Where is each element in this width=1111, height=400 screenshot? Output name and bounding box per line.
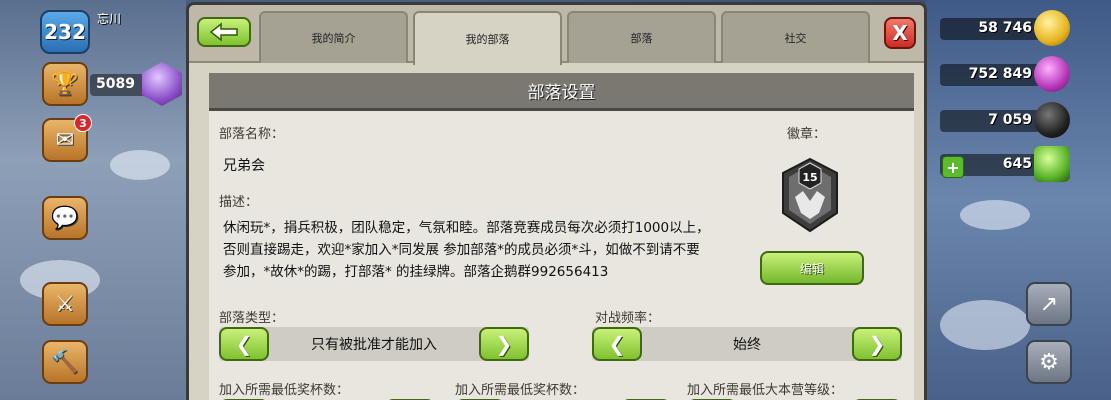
tab-label: 我的部落 bbox=[465, 33, 510, 46]
tab-bar: 我的简介 我的部落 部落 社交 X bbox=[189, 5, 924, 65]
clan-badge-icon[interactable]: 15 bbox=[781, 157, 839, 233]
description-line: 参加，*故休*的踢，打部落* 的挂绿牌。部落企鹅群992656413 bbox=[223, 264, 609, 280]
tab-label: 我的简介 bbox=[311, 32, 356, 45]
tab-label: 部落 bbox=[630, 32, 653, 45]
clan-type-prev-button[interactable]: ❮ bbox=[219, 327, 269, 361]
war-frequency-selector: ❮ 始终 ❯ bbox=[592, 327, 902, 361]
clan-settings-content: 部落设置 部落名称： 兄弟会 徽章： 15 编辑 描述： 休闲玩*，捐兵积极，团… bbox=[209, 73, 914, 400]
buy-gems-button[interactable]: + bbox=[942, 156, 964, 178]
min-builder-trophies-label: 加入所需最低奖杯数： bbox=[455, 383, 586, 398]
elixir-icon bbox=[1034, 56, 1070, 92]
min-trophies-label: 加入所需最低奖杯数： bbox=[219, 383, 350, 398]
settings-gear-icon[interactable]: ⚙ bbox=[1026, 340, 1072, 384]
clan-type-selector: ❮ 只有被批准才能加入 ❯ bbox=[219, 327, 529, 361]
war-frequency-value: 始终 bbox=[733, 337, 761, 353]
player-name: 忘川 bbox=[97, 12, 122, 26]
tab-social[interactable]: 社交 bbox=[721, 11, 870, 63]
description-line: 休闲玩*，捐兵积极，团队稳定，气氛和睦。部落竞赛成员每次必须打1000以上， bbox=[223, 220, 710, 236]
builder-icon[interactable]: 🔨 bbox=[42, 340, 88, 384]
gem-icon bbox=[1034, 146, 1070, 182]
badge-label: 徽章： bbox=[787, 127, 827, 142]
badge-level: 15 bbox=[802, 171, 817, 184]
dark-elixir-amount: 7 059 bbox=[940, 110, 1040, 132]
war-frequency-label: 对战频率： bbox=[595, 311, 661, 326]
layout-edit-icon[interactable]: ↗ bbox=[1026, 282, 1072, 326]
tab-my-clan[interactable]: 我的部落 bbox=[413, 11, 562, 65]
snow-patch bbox=[960, 200, 1030, 230]
clan-name-label: 部落名称： bbox=[219, 127, 285, 142]
clan-type-next-button[interactable]: ❯ bbox=[479, 327, 529, 361]
snow-patch bbox=[110, 150, 170, 180]
back-arrow-icon bbox=[209, 22, 238, 42]
clan-type-label: 部落类型： bbox=[219, 311, 285, 326]
tab-my-profile[interactable]: 我的简介 bbox=[259, 11, 408, 63]
dark-elixir-icon bbox=[1034, 102, 1070, 138]
war-frequency-prev-button[interactable]: ❮ bbox=[592, 327, 642, 361]
close-button[interactable]: X bbox=[884, 17, 916, 49]
clan-description[interactable]: 休闲玩*，捐兵积极，团队稳定，气氛和睦。部落竞赛成员每次必须打1000以上， 否… bbox=[223, 217, 743, 283]
gold-amount: 58 746 bbox=[940, 18, 1040, 40]
clan-name-field[interactable]: 兄弟会 bbox=[223, 155, 265, 175]
tab-label: 社交 bbox=[784, 32, 807, 45]
game-background-left bbox=[0, 0, 186, 400]
description-line: 否则直接踢走，欢迎*家加入*同发展 参加部落*的成员必须*斗，如做不到请不要 bbox=[223, 242, 700, 258]
clan-type-value: 只有被批准才能加入 bbox=[311, 337, 437, 353]
war-frequency-next-button[interactable]: ❯ bbox=[852, 327, 902, 361]
description-label: 描述： bbox=[219, 195, 259, 210]
snow-patch bbox=[940, 300, 1030, 350]
chat-icon[interactable]: 💬 bbox=[42, 196, 88, 240]
trophy-icon[interactable]: 🏆 bbox=[42, 62, 88, 106]
gold-icon bbox=[1034, 10, 1070, 46]
tab-clans[interactable]: 部落 bbox=[567, 11, 716, 63]
elixir-amount: 752 849 bbox=[940, 64, 1040, 86]
edit-badge-button[interactable]: 编辑 bbox=[760, 251, 864, 285]
experience-level-badge[interactable]: 232 bbox=[40, 10, 90, 54]
min-town-hall-label: 加入所需最低大本营等级： bbox=[687, 383, 844, 398]
clan-settings-panel: 我的简介 我的部落 部落 社交 X 部落设置 部落名称： 兄弟会 徽章： 15 … bbox=[186, 2, 927, 400]
back-button[interactable] bbox=[197, 17, 251, 47]
page-title: 部落设置 bbox=[209, 73, 914, 111]
clan-war-icon[interactable]: ⚔ bbox=[42, 282, 88, 326]
mail-count-badge: 3 bbox=[74, 114, 92, 132]
